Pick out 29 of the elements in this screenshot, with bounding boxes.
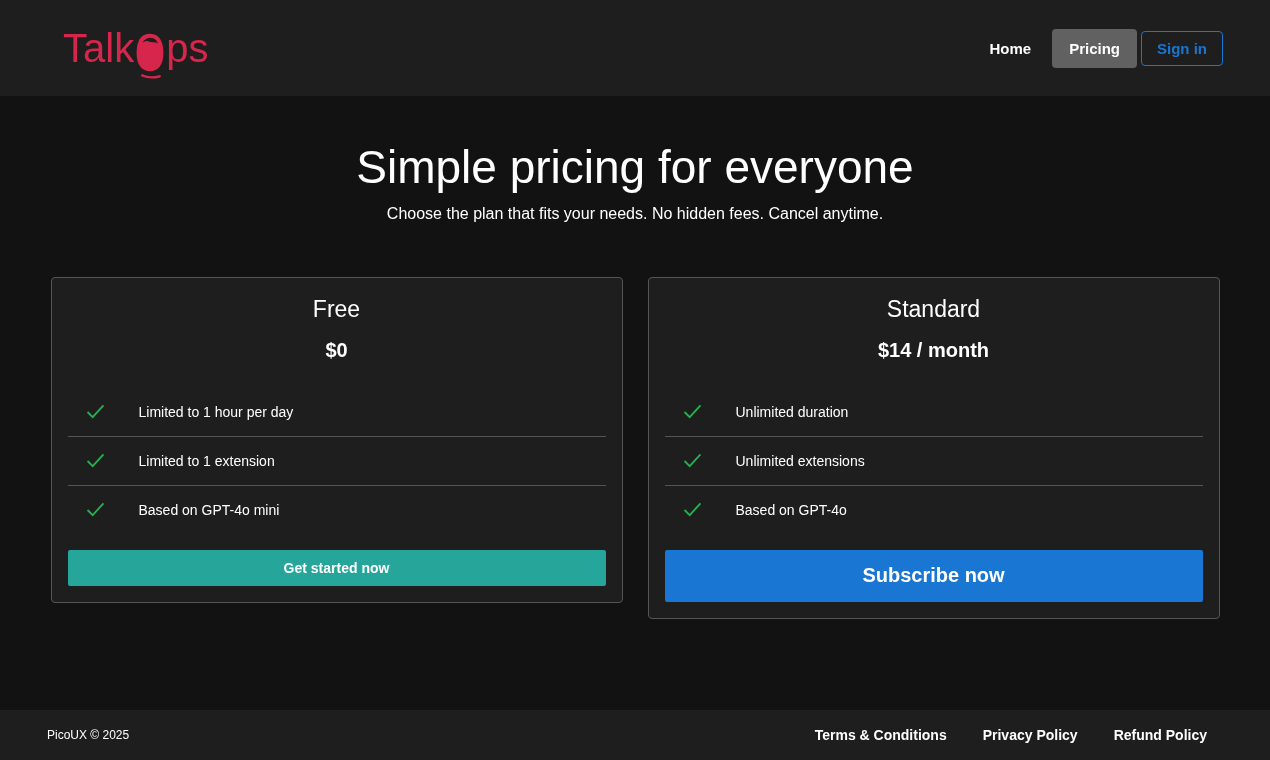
logo-text: Talk xyxy=(63,28,135,72)
plan-name: Standard xyxy=(885,295,982,323)
check-icon xyxy=(682,502,702,518)
footer-link[interactable]: Refund Policy xyxy=(1113,727,1207,743)
feature-text: Based on GPT-4o mini xyxy=(138,501,280,518)
page-title: Simple pricing for everyone xyxy=(356,142,914,193)
plan-name: Free xyxy=(311,295,362,323)
footer-link[interactable]: Privacy Policy xyxy=(982,727,1078,743)
check-icon xyxy=(85,502,105,518)
check-icon xyxy=(682,404,702,420)
feature-text: Limited to 1 extension xyxy=(138,452,275,469)
nav-link[interactable]: Home xyxy=(972,28,1049,68)
copyright-text: PicoUX © 2025 xyxy=(47,728,130,742)
plan-price: $14 / month xyxy=(876,338,991,362)
page-subtitle: Choose the plan that fits your needs. No hidden fees. Cancel anytime. xyxy=(386,204,884,223)
logo-helmet-icon xyxy=(135,32,166,80)
nav-link[interactable]: Sign in xyxy=(1141,30,1223,66)
check-icon xyxy=(85,404,105,420)
check-icon xyxy=(682,453,702,469)
plan-button[interactable]: Subscribe now xyxy=(664,549,1203,602)
nav-link[interactable]: Pricing xyxy=(1052,28,1137,68)
feature-text: Unlimited duration xyxy=(735,403,849,420)
feature-text: Limited to 1 hour per day xyxy=(138,403,294,420)
feature-text: Based on GPT-4o xyxy=(735,501,847,518)
footer-link[interactable]: Terms & Conditions xyxy=(814,727,947,743)
feature-text: Unlimited extensions xyxy=(735,452,865,469)
plan-price: $0 xyxy=(324,338,349,362)
logo-text: ps xyxy=(166,28,209,72)
check-icon xyxy=(85,453,105,469)
